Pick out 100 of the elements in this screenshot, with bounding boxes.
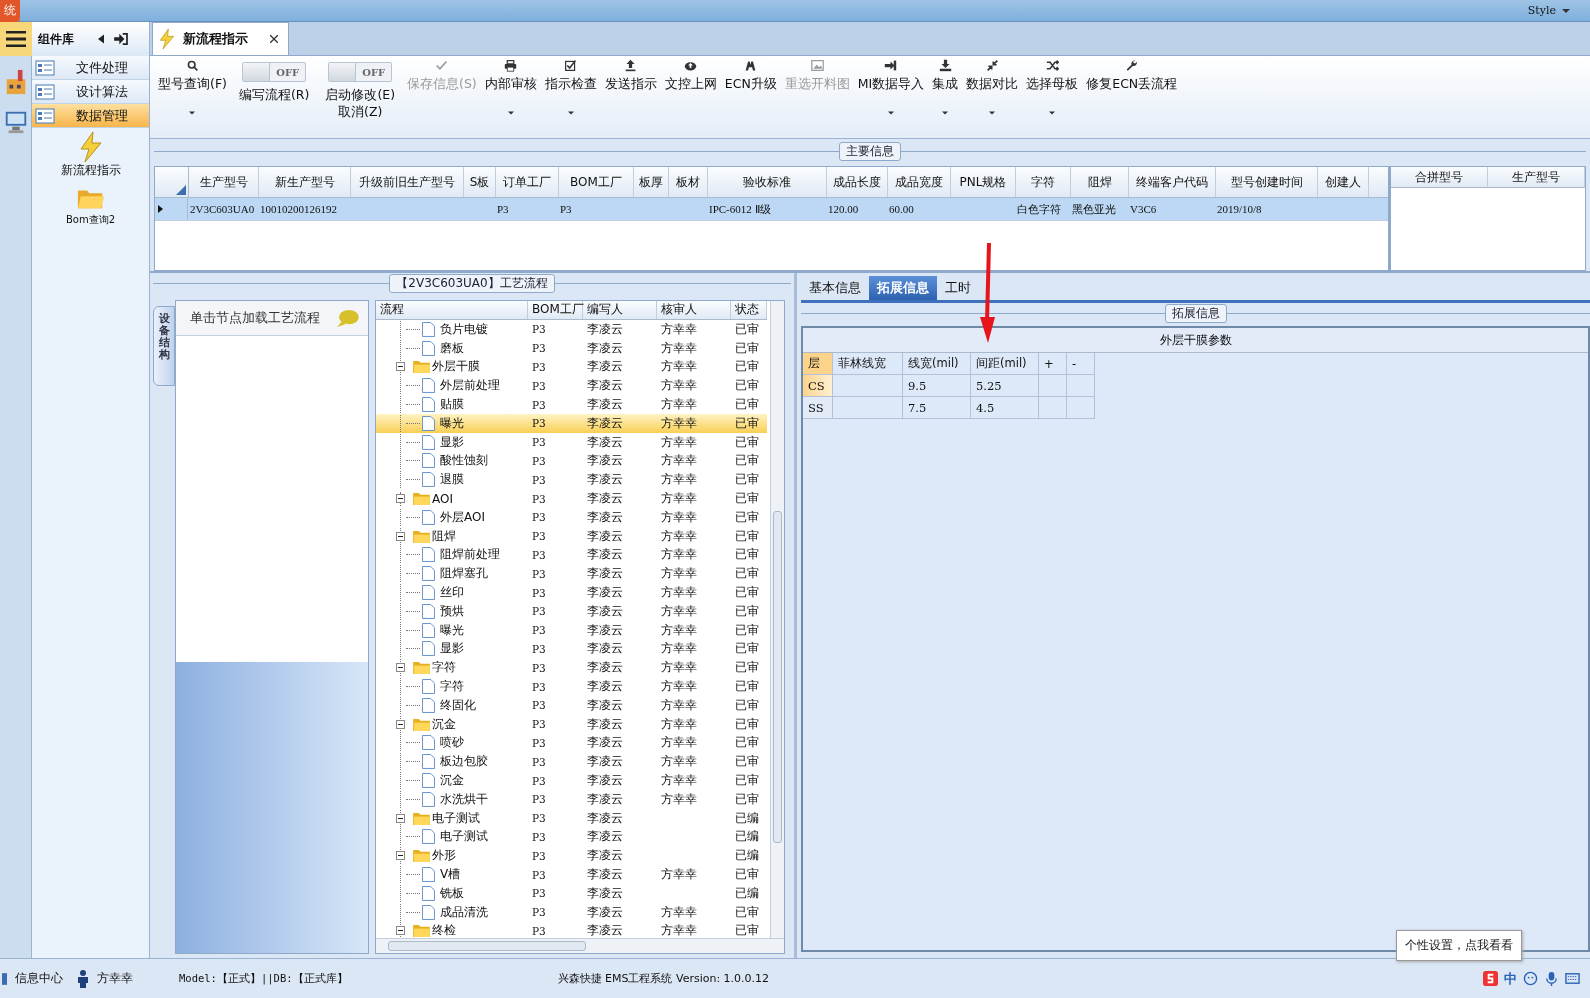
column-header[interactable]: 订单工厂 <box>496 167 559 197</box>
column-header[interactable]: 验收标准 <box>708 167 827 197</box>
tree-row[interactable]: 退膜 P3 李凌云 方幸幸 已审 <box>376 470 767 490</box>
tree-row[interactable]: 字符 P3 李凌云 方幸幸 已审 <box>376 658 767 678</box>
keyboard-icon[interactable] <box>1565 971 1580 986</box>
tree-row[interactable]: 显影 P3 李凌云 方幸幸 已审 <box>376 432 767 452</box>
tree-row[interactable]: 外形 P3 李凌云 已编 <box>376 846 767 866</box>
tree-row[interactable]: 成品清洗 P3 李凌云 方幸幸 已审 <box>376 902 767 922</box>
row-header[interactable]: CS <box>803 375 833 397</box>
tree-row[interactable]: V槽 P3 李凌云 方幸幸 已审 <box>376 865 767 884</box>
tree-row[interactable]: 曝光 P3 李凌云 方幸幸 已审 <box>376 414 767 433</box>
microphone-icon[interactable] <box>1544 971 1559 986</box>
expander-icon[interactable] <box>396 663 405 673</box>
column-header[interactable]: 新生产型号 <box>259 167 351 197</box>
tree-row[interactable]: 字符 P3 李凌云 方幸幸 已审 <box>376 677 767 696</box>
column-header[interactable]: S板 <box>464 167 496 197</box>
shortcut-button[interactable]: Bom查询2 <box>32 183 149 227</box>
expander-icon[interactable] <box>396 362 405 372</box>
tab[interactable]: 拓展信息 <box>869 276 937 300</box>
tree-row[interactable]: 沉金 P3 李凌云 方幸幸 已审 <box>376 714 767 734</box>
column-header[interactable]: 合拼型号 <box>1391 167 1488 188</box>
expander-icon[interactable] <box>396 926 405 936</box>
tree-row[interactable]: 预烘 P3 李凌云 方幸幸 已审 <box>376 601 767 621</box>
column-header[interactable]: 线宽(mil) <box>903 353 971 375</box>
tree-row[interactable]: 丝印 P3 李凌云 方幸幸 已审 <box>376 583 767 602</box>
menu-button[interactable] <box>0 22 32 56</box>
horizontal-scrollbar[interactable] <box>376 938 784 953</box>
column-header[interactable]: BOM工厂 <box>559 167 634 197</box>
column-header[interactable]: + <box>1039 353 1067 375</box>
column-header[interactable]: 核审人 <box>657 301 731 319</box>
system-button[interactable]: 统 <box>0 0 20 22</box>
side-tab[interactable]: 设备结构 <box>153 306 175 386</box>
expander-icon[interactable] <box>396 851 405 861</box>
column-header[interactable]: 生产型号 <box>189 167 259 197</box>
column-header[interactable]: 终端客户代码 <box>1129 167 1216 197</box>
toolbar-button[interactable]: 数据对比 <box>962 56 1023 118</box>
tree-row[interactable]: 酸性蚀刻 P3 李凌云 方幸幸 已审 <box>376 451 767 471</box>
tree-row[interactable]: 阻焊前处理 P3 李凌云 方幸幸 已审 <box>376 545 767 565</box>
row-header[interactable]: SS <box>803 397 833 419</box>
tree-row[interactable]: 板边包胶 P3 李凌云 方幸幸 已审 <box>376 752 767 772</box>
document-tab[interactable]: 新流程指示 <box>152 22 289 55</box>
tree-row[interactable]: 显影 P3 李凌云 方幸幸 已审 <box>376 639 767 659</box>
column-header[interactable]: - <box>1067 353 1095 375</box>
toggle-switch[interactable]: OFF <box>328 62 393 82</box>
column-header[interactable]: 间距(mil) <box>971 353 1039 375</box>
toolbar-button[interactable]: 型号查询(F) <box>154 56 231 118</box>
tree-row[interactable]: 贴膜 P3 李凌云 方幸幸 已审 <box>376 395 767 414</box>
column-header[interactable]: 板厚 <box>634 167 669 197</box>
sidebar-item[interactable]: 设计算法 <box>32 80 149 104</box>
input-method-icon[interactable] <box>1483 971 1498 986</box>
toolbar-button[interactable]: 内部审核 <box>480 56 541 118</box>
style-menu[interactable]: Style <box>1527 4 1570 17</box>
column-header[interactable]: 字符 <box>1016 167 1071 197</box>
tree-row[interactable]: 磨板 P3 李凌云 方幸幸 已审 <box>376 338 767 358</box>
tree-row[interactable]: 喷砂 P3 李凌云 方幸幸 已审 <box>376 733 767 753</box>
tree-row[interactable]: 铣板 P3 李凌云 已编 <box>376 883 767 903</box>
column-header[interactable]: 板材 <box>669 167 708 197</box>
tree-row[interactable]: 电子测试 P3 李凌云 已编 <box>376 808 767 828</box>
tree-row[interactable]: 沉金 P3 李凌云 方幸幸 已审 <box>376 771 767 790</box>
input-mode[interactable]: 中 <box>1504 969 1517 988</box>
expander-icon[interactable] <box>396 494 405 504</box>
column-header[interactable]: 菲林线宽 <box>833 353 903 375</box>
tree-row[interactable]: 外层干膜 P3 李凌云 方幸幸 已审 <box>376 357 767 377</box>
table-row[interactable]: 2V3C603UA0 10010200126192 P3 P3 IPC-6012 Ⅱ级 120.00 60.00 白色字符 黑色亚光 V3C6 2019/10/8 <box>155 198 1388 221</box>
tree-row[interactable]: 曝光 P3 李凌云 方幸幸 已审 <box>376 620 767 640</box>
toolbar-button[interactable]: ECN升级 <box>720 56 781 96</box>
column-header[interactable]: 型号创建时间 <box>1216 167 1318 197</box>
column-header[interactable]: 生产型号 <box>1488 167 1585 188</box>
toolbar-button[interactable]: 选择母板 <box>1022 56 1083 118</box>
tree-row[interactable]: 水洗烘干 P3 李凌云 方幸幸 已审 <box>376 789 767 809</box>
column-header[interactable]: 成品长度 <box>827 167 888 197</box>
column-header[interactable]: 流程 <box>376 301 528 319</box>
toolbar-button[interactable]: 指示检查 <box>540 56 601 118</box>
expander-icon[interactable] <box>396 813 405 823</box>
toolbar-button[interactable]: MI数据导入 <box>853 56 929 118</box>
tab[interactable]: 工时 <box>937 276 979 300</box>
tree-row[interactable]: 外层前处理 P3 李凌云 方幸幸 已审 <box>376 376 767 396</box>
tab[interactable]: 基本信息 <box>801 276 869 300</box>
tree-row[interactable]: 阻焊 P3 李凌云 方幸幸 已审 <box>376 526 767 546</box>
toolbar-button[interactable]: 集成 <box>928 56 963 118</box>
column-header[interactable]: 状态 <box>731 301 767 319</box>
toolbar-button[interactable]: 发送指示 <box>600 56 661 96</box>
sidebar-item[interactable]: 数据管理 <box>32 104 149 128</box>
expander-icon[interactable] <box>396 531 405 541</box>
vertical-scrollbar[interactable] <box>770 301 784 939</box>
close-icon[interactable] <box>270 35 278 43</box>
toggle-switch[interactable]: OFF <box>242 62 307 82</box>
column-header[interactable]: 升级前旧生产型号 <box>351 167 464 197</box>
column-header[interactable]: 创建人 <box>1318 167 1369 197</box>
column-header[interactable]: BOM工厂 <box>528 301 583 319</box>
tree-row[interactable]: 外层AOI P3 李凌云 方幸幸 已审 <box>376 507 767 527</box>
smiley-icon[interactable] <box>1523 971 1538 986</box>
column-header[interactable]: 层 <box>803 353 833 375</box>
column-header[interactable]: PNL规格 <box>951 167 1016 197</box>
login-icon[interactable] <box>114 33 128 45</box>
sidebar-item[interactable]: 文件处理 <box>32 56 149 80</box>
tree-row[interactable]: 电子测试 P3 李凌云 已编 <box>376 827 767 847</box>
toolbar-button[interactable]: 修复ECN丢流程 <box>1082 56 1182 96</box>
toolbar-button[interactable]: 文控上网 <box>660 56 721 96</box>
column-header[interactable]: 阻焊 <box>1071 167 1129 197</box>
